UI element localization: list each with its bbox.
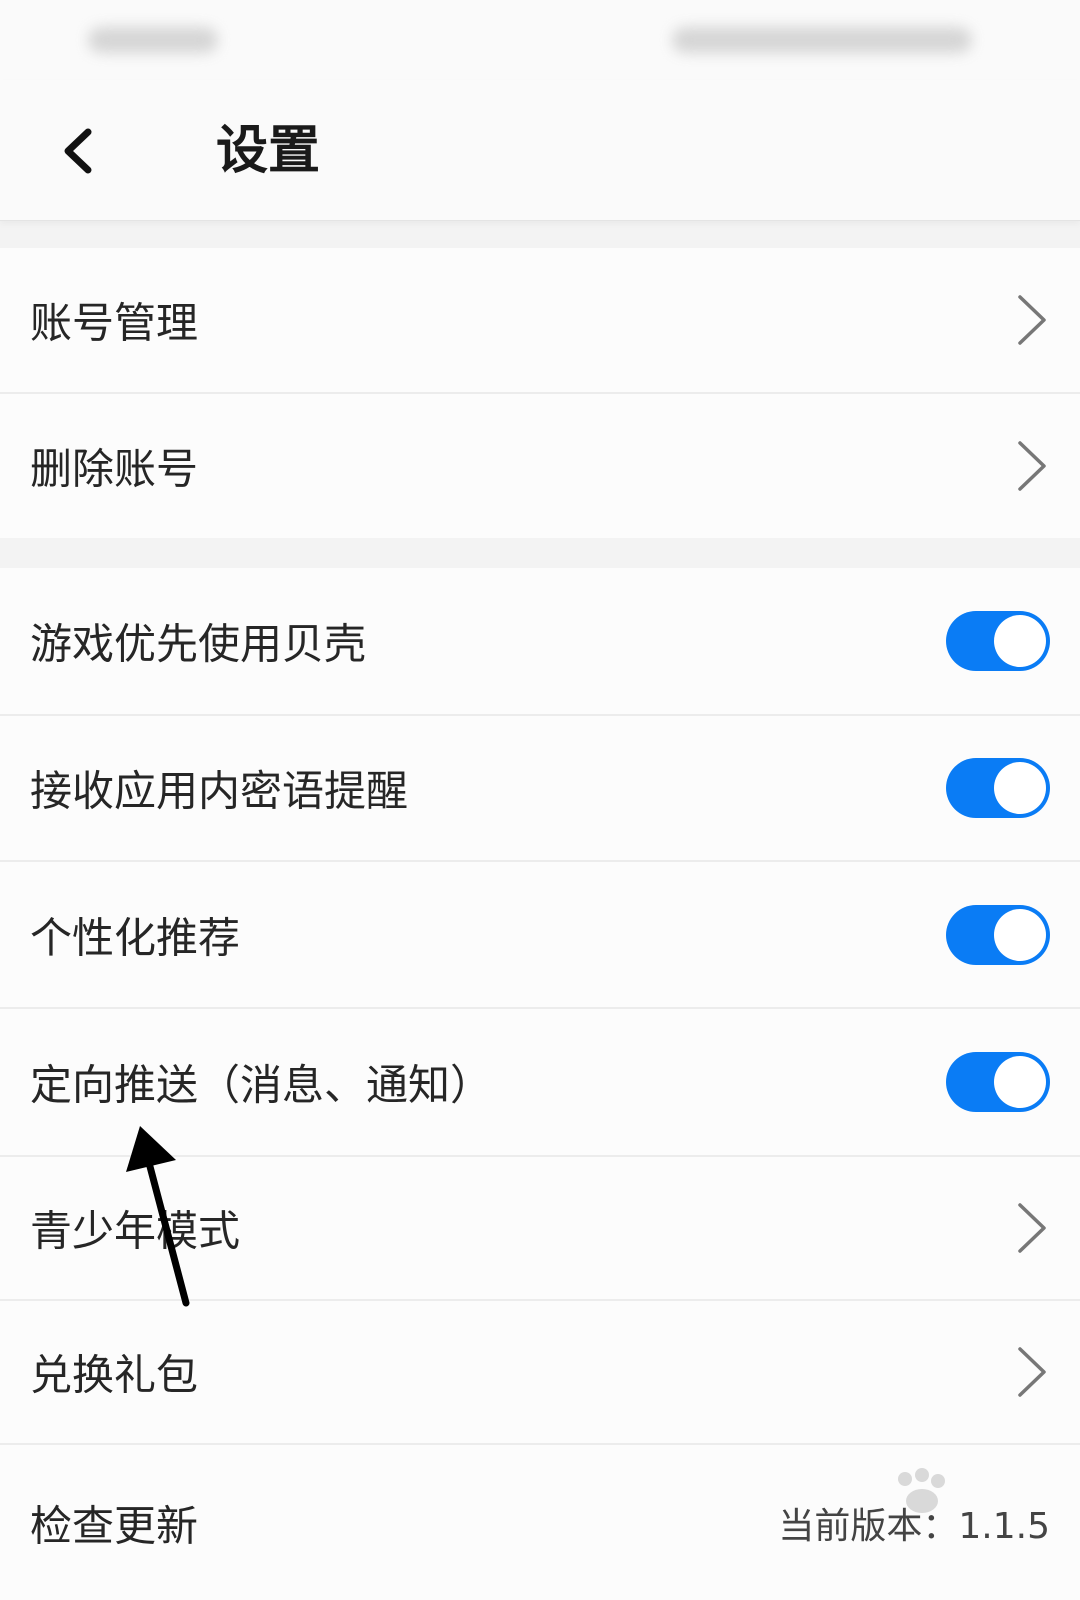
chevron-left-icon	[52, 120, 112, 180]
row-label: 检查更新	[30, 1501, 199, 1550]
row-label: 接收应用内密语提醒	[30, 766, 409, 816]
status-bar-right-blur	[672, 27, 972, 53]
settings-row-targeted-push[interactable]: 定向推送（消息、通知）	[0, 1009, 1080, 1155]
settings-row-teen-mode[interactable]: 青少年模式	[0, 1157, 1080, 1299]
row-label: 删除账号	[30, 444, 199, 494]
chevron-right-icon	[1012, 291, 1052, 349]
toggle-switch[interactable]	[946, 611, 1050, 671]
settings-row-redeem-gift[interactable]: 兑换礼包	[0, 1301, 1080, 1443]
top-bar: 设置	[0, 80, 1080, 221]
chevron-right-icon	[1012, 437, 1052, 495]
row-label: 游戏优先使用贝壳	[30, 619, 367, 669]
settings-row-check-update[interactable]: 检查更新 当前版本：1.1.5	[0, 1445, 1080, 1600]
row-label: 兑换礼包	[30, 1350, 199, 1400]
back-button[interactable]	[52, 120, 112, 180]
settings-row-whisper-reminder[interactable]: 接收应用内密语提醒	[0, 716, 1080, 860]
chevron-right-icon	[1012, 1199, 1052, 1257]
row-label: 账号管理	[30, 298, 199, 348]
toggle-knob	[994, 908, 1046, 961]
toggle-knob	[994, 762, 1046, 814]
toggle-knob	[994, 615, 1046, 667]
page-title: 设置	[216, 121, 321, 181]
toggle-switch[interactable]	[946, 904, 1050, 965]
toggle-switch[interactable]	[946, 758, 1050, 818]
settings-row-delete-account[interactable]: 删除账号	[0, 394, 1080, 538]
row-label: 个性化推荐	[30, 913, 241, 962]
row-label: 青少年模式	[30, 1206, 241, 1256]
status-bar-left-blur	[88, 27, 218, 53]
toggle-knob	[994, 1056, 1046, 1108]
settings-row-game-prefer-shells[interactable]: 游戏优先使用贝壳	[0, 568, 1080, 714]
chevron-right-icon	[1012, 1343, 1052, 1401]
current-version-text: 当前版本：1.1.5	[778, 1505, 1050, 1547]
settings-row-personalized-recommendation[interactable]: 个性化推荐	[0, 862, 1080, 1007]
status-bar	[0, 0, 1080, 80]
toggle-switch[interactable]	[946, 1052, 1050, 1112]
settings-row-account-management[interactable]: 账号管理	[0, 248, 1080, 392]
row-label: 定向推送（消息、通知）	[30, 1060, 493, 1110]
